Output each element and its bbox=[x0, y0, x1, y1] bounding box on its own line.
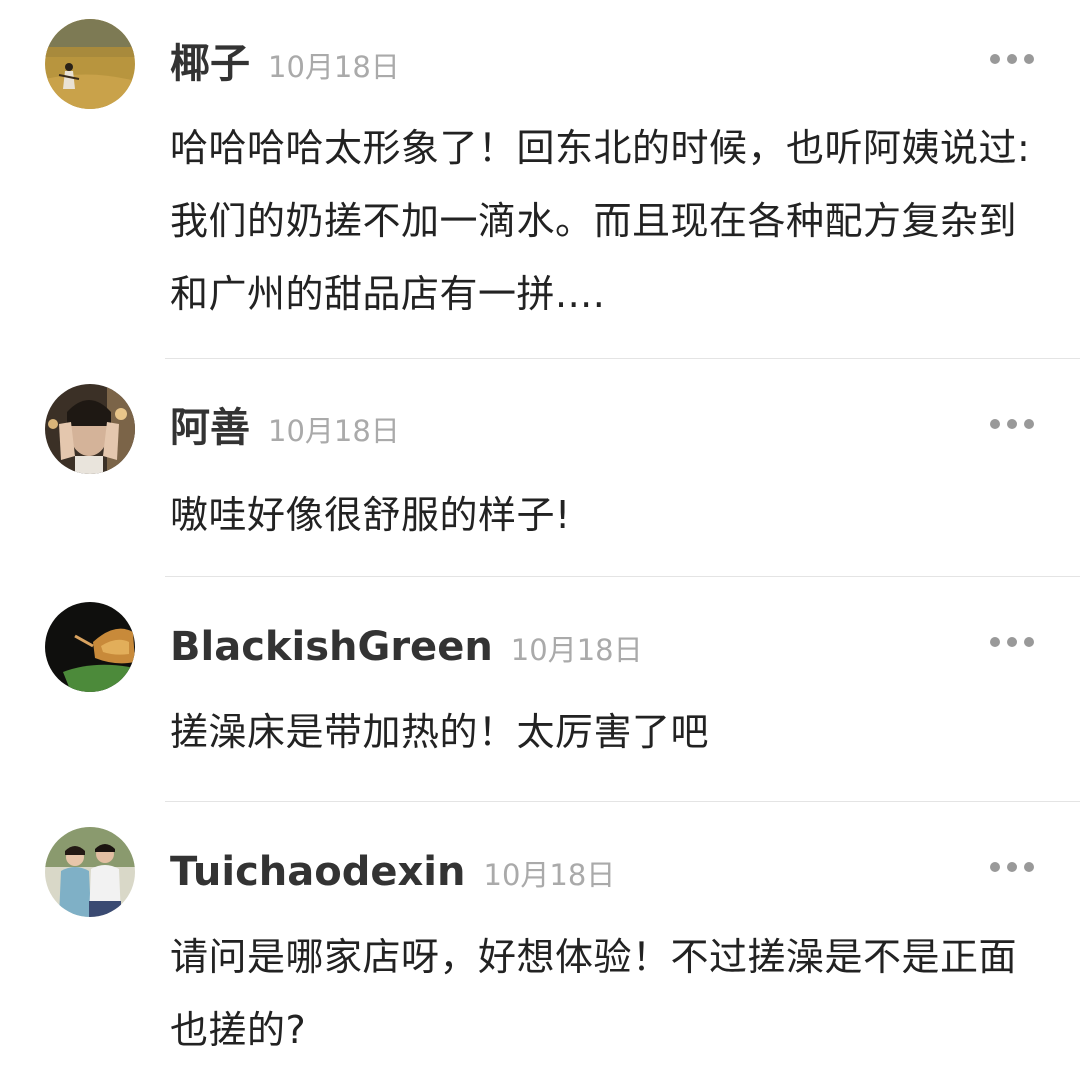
avatar-couple-photo-image bbox=[45, 827, 135, 917]
comment-item: Tuichaodexin 10月18日 请问是哪家店呀，好想体验！不过搓澡是不是… bbox=[0, 0, 1080, 1090]
comment-date: 10月18日 bbox=[483, 858, 616, 892]
user-avatar[interactable] bbox=[45, 827, 135, 917]
more-horizontal-icon[interactable] bbox=[990, 861, 1034, 873]
comment-text: 请问是哪家店呀，好想体验！不过搓澡是不是正面也搓的? bbox=[170, 935, 1018, 1052]
comment-header: Tuichaodexin 10月18日 bbox=[170, 842, 615, 902]
username[interactable]: Tuichaodexin bbox=[170, 842, 466, 902]
